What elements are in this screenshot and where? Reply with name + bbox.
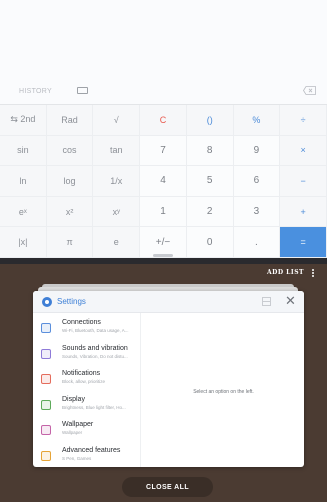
settings-item[interactable]: Connections Wi-Fi, Bluetooth, Data usage,… <box>33 317 141 342</box>
calc-key[interactable]: 3 <box>233 196 281 228</box>
calc-key[interactable]: = <box>280 227 327 258</box>
calc-key[interactable]: 9 <box>233 135 281 167</box>
calc-key[interactable]: log <box>46 166 94 197</box>
calc-key[interactable]: √ <box>93 105 141 136</box>
display-icon <box>41 399 51 410</box>
calc-key[interactable]: ÷ <box>280 105 327 136</box>
calc-key[interactable]: + <box>280 196 327 228</box>
settings-item-title: Display <box>62 395 85 403</box>
calc-key[interactable]: xʸ <box>93 196 141 228</box>
calc-key[interactable]: e <box>93 227 141 258</box>
unit-converter-icon[interactable] <box>77 87 88 94</box>
notifications-icon <box>41 374 51 384</box>
calc-key[interactable]: |x| <box>0 227 47 258</box>
calc-key[interactable]: tan <box>93 135 141 167</box>
calculator-app: HISTORY ⇆ 2nd Rad √ C()% ÷ sin cos tan 7 8 9 × ln log… <box>0 0 327 258</box>
settings-app-title: Settings <box>57 297 86 306</box>
calc-key[interactable]: 5 <box>186 166 234 197</box>
settings-item-subtitle: Wallpaper <box>62 430 83 435</box>
settings-app-card[interactable]: Settings ✕ Connections Wi-Fi, Bluetooth, … <box>33 291 304 467</box>
settings-gear-icon <box>42 297 52 307</box>
divider-bar <box>0 258 327 264</box>
calculator-keypad: ⇆ 2nd Rad √ C()% ÷ sin cos tan 7 8 9 × ln log 1/x 4 5 6− e… <box>0 104 327 258</box>
calc-key[interactable]: 7 <box>140 135 187 167</box>
calc-key[interactable]: 6 <box>233 166 281 197</box>
calc-key[interactable]: 0 <box>186 227 234 258</box>
settings-menu-list: Connections Wi-Fi, Bluetooth, Data usage,… <box>33 313 141 467</box>
settings-item-subtitle: Sounds, Vibration, Do not distu... <box>62 353 128 359</box>
calculator-toolbar: HISTORY <box>0 80 327 102</box>
wallpaper-icon <box>41 425 51 435</box>
empty-detail-message: Select an option on the left. <box>193 389 254 395</box>
settings-item[interactable]: Wallpaper Wallpaper <box>33 419 141 444</box>
calc-key[interactable]: . <box>233 227 281 258</box>
calc-key[interactable]: ⇆ 2nd <box>0 105 47 136</box>
settings-card-header: Settings ✕ <box>33 291 304 313</box>
calc-key[interactable]: cos <box>46 135 94 167</box>
settings-item-title: Advanced features <box>62 446 121 454</box>
calc-key[interactable]: Rad <box>46 105 94 136</box>
calc-key[interactable]: 2 <box>186 196 234 228</box>
settings-item-title: Wallpaper <box>62 421 94 428</box>
backspace-icon[interactable] <box>303 86 316 95</box>
calc-key[interactable]: eˣ <box>0 196 47 228</box>
more-options-icon[interactable] <box>312 269 315 277</box>
settings-item-subtitle: Wi-Fi, Bluetooth, Data usage, A... <box>62 328 129 333</box>
calc-key[interactable]: π <box>46 227 94 258</box>
calc-key[interactable]: 8 <box>186 135 234 167</box>
calc-key[interactable]: x² <box>46 196 94 228</box>
calc-key[interactable]: sin <box>0 135 47 167</box>
advanced-features-icon <box>41 450 51 461</box>
resize-handle[interactable] <box>153 254 173 257</box>
add-list-button[interactable]: ADD LIST <box>267 269 304 276</box>
calc-key[interactable]: % <box>233 105 281 136</box>
calc-key[interactable]: 1 <box>140 196 187 228</box>
sound-icon <box>41 348 51 359</box>
settings-item[interactable]: Sounds and vibration Sounds, Vibration, D… <box>33 343 141 368</box>
recent-apps-area: ADD LIST Settings ✕ Connections Wi-Fi, Bl… <box>0 258 327 502</box>
settings-item[interactable]: Advanced features S Pen, Games <box>33 445 141 468</box>
settings-item-subtitle: Brightness, Blue light filter, Ho... <box>62 404 126 410</box>
close-all-button[interactable]: CLOSE ALL <box>122 477 213 497</box>
calc-key[interactable]: − <box>280 166 327 197</box>
settings-item[interactable]: Display Brightness, Blue light filter, Ho… <box>33 394 141 419</box>
settings-item-title: Sounds and vibration <box>62 344 128 352</box>
calc-key[interactable]: 4 <box>140 166 187 197</box>
settings-item-title: Notifications <box>62 370 101 377</box>
settings-item-title: Connections <box>62 319 101 326</box>
calc-key[interactable]: () <box>186 105 234 136</box>
close-icon[interactable]: ✕ <box>285 294 296 308</box>
settings-item[interactable]: Notifications Block, allow, prioritize <box>33 368 141 393</box>
calc-key[interactable]: × <box>280 135 327 167</box>
split-screen-icon[interactable] <box>262 297 271 306</box>
calc-key[interactable]: 1/x <box>93 166 141 197</box>
connections-icon <box>41 323 51 333</box>
calc-key[interactable]: ln <box>0 166 47 197</box>
settings-item-subtitle: Block, allow, prioritize <box>62 379 106 384</box>
calc-key[interactable]: C <box>140 105 187 136</box>
settings-item-subtitle: S Pen, Games <box>62 455 92 461</box>
history-button[interactable]: HISTORY <box>19 88 52 95</box>
